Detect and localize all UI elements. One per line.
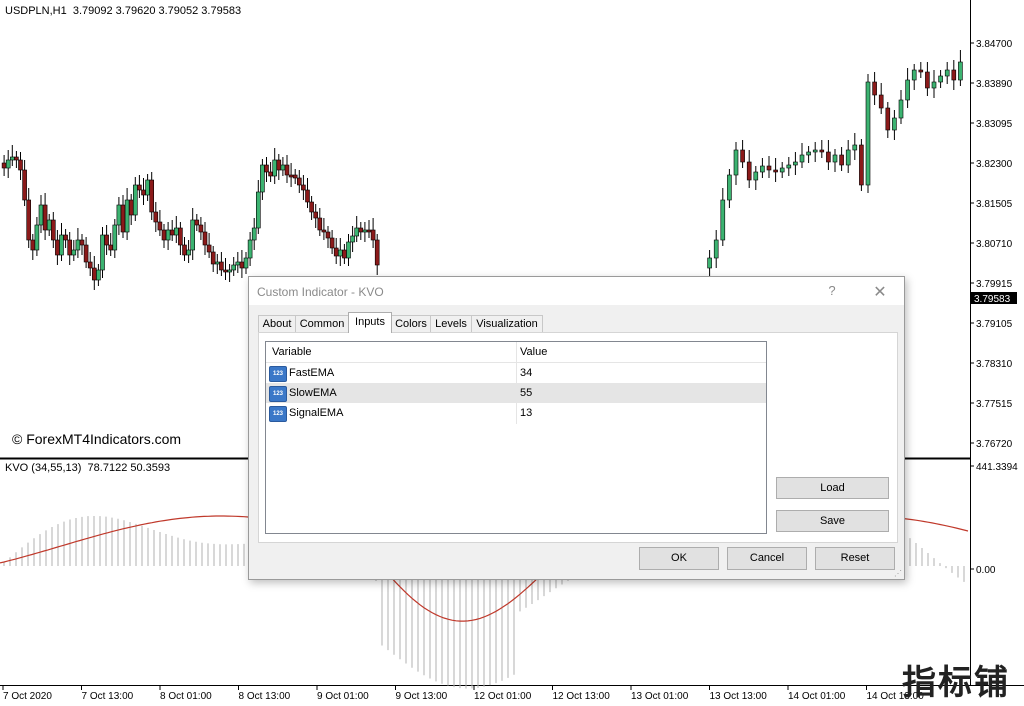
price-tick-label: 3.84700 [976,39,1013,50]
symbol-info: USDPLN,H1 3.79092 3.79620 3.79052 3.7958… [5,5,242,17]
tab-visualization[interactable]: Visualization [471,315,543,332]
column-header-variable[interactable]: Variable [272,346,312,358]
time-tick-label: 8 Oct 01:00 [160,691,212,702]
copyright-text: © ForexMT4Indicators.com [12,431,182,447]
integer-param-icon: 123 [269,366,287,382]
save-button[interactable]: Save [776,510,889,532]
current-price-tag: 3.79583 [971,292,1017,305]
price-tick-label: 3.83095 [976,119,1013,130]
indicator-tick-label: 0.00 [976,565,996,576]
table-row[interactable]: 123 FastEMA 34 [266,363,766,383]
watermark-logo: 指标铺 [902,663,1010,703]
time-tick-label: 7 Oct 2020 [3,691,52,702]
time-tick-label: 13 Oct 01:00 [631,691,689,702]
column-header-value[interactable]: Value [520,346,547,358]
table-row[interactable]: 123 SlowEMA 55 [266,383,766,403]
tab-common[interactable]: Common [295,315,349,332]
price-tick-label: 3.79915 [976,279,1013,290]
table-row[interactable]: 123 SignalEMA 13 [266,403,766,423]
time-tick-label: 13 Oct 13:00 [710,691,768,702]
integer-param-icon: 123 [269,386,287,402]
time-tick-label: 9 Oct 13:00 [396,691,448,702]
dialog-title: Custom Indicator - KVO [257,285,384,299]
indicator-axis: 441.3394 0.00 [970,462,1018,576]
cancel-button[interactable]: Cancel [727,547,807,570]
param-name: FastEMA [289,367,335,379]
price-tick-label: 3.77515 [976,399,1013,410]
indicator-info: KVO (34,55,13) 78.7122 50.3593 [5,462,171,474]
price-tick-label: 3.80710 [976,239,1013,250]
time-axis: 7 Oct 2020 7 Oct 13:00 8 Oct 01:00 8 Oct 13… [2,686,924,702]
time-tick-label: 8 Oct 13:00 [239,691,291,702]
tab-about[interactable]: About [258,315,296,332]
price-tick-label: 3.83890 [976,79,1013,90]
time-tick-label: 12 Oct 01:00 [474,691,532,702]
price-tick-label: 3.81505 [976,199,1013,210]
current-price-label: 3.79583 [974,294,1011,305]
help-icon[interactable]: ? [825,283,839,298]
param-value[interactable]: 34 [520,367,532,379]
param-name: SlowEMA [289,387,337,399]
time-tick-label: 14 Oct 01:00 [788,691,846,702]
resize-grip-icon[interactable]: ⋰ [894,569,902,578]
load-button[interactable]: Load [776,477,889,499]
price-tick-label: 3.78310 [976,359,1013,370]
candlestick-series [1,50,963,290]
custom-indicator-dialog: Custom Indicator - KVO ? ✕ About Common … [248,276,905,580]
dialog-titlebar[interactable]: Custom Indicator - KVO ? ✕ [249,277,904,305]
price-tick-label: 3.76720 [976,439,1013,450]
time-tick-label: 9 Oct 01:00 [317,691,369,702]
param-value[interactable]: 13 [520,407,532,419]
indicator-tick-label: 441.3394 [976,462,1018,473]
tab-colors[interactable]: Colors [391,315,431,332]
price-tick-label: 3.79105 [976,319,1013,330]
tab-levels[interactable]: Levels [430,315,472,332]
param-value[interactable]: 55 [520,387,532,399]
price-axis: 3.84700 3.83890 3.83095 3.82300 3.81505 3.807… [970,39,1013,450]
close-icon[interactable]: ✕ [869,282,891,302]
save-button-label: Save [819,515,846,527]
param-name: SignalEMA [289,407,344,419]
ok-button[interactable]: OK [639,547,719,570]
time-tick-label: 12 Oct 13:00 [553,691,611,702]
load-button-label: Load [820,482,845,494]
time-tick-label: 7 Oct 13:00 [82,691,134,702]
reset-button[interactable]: Reset [815,547,895,570]
price-tick-label: 3.82300 [976,159,1013,170]
tab-inputs[interactable]: Inputs [348,312,392,333]
integer-param-icon: 123 [269,406,287,422]
inputs-table[interactable]: Variable Value 123 FastEMA 34 123 SlowEM… [265,341,767,534]
